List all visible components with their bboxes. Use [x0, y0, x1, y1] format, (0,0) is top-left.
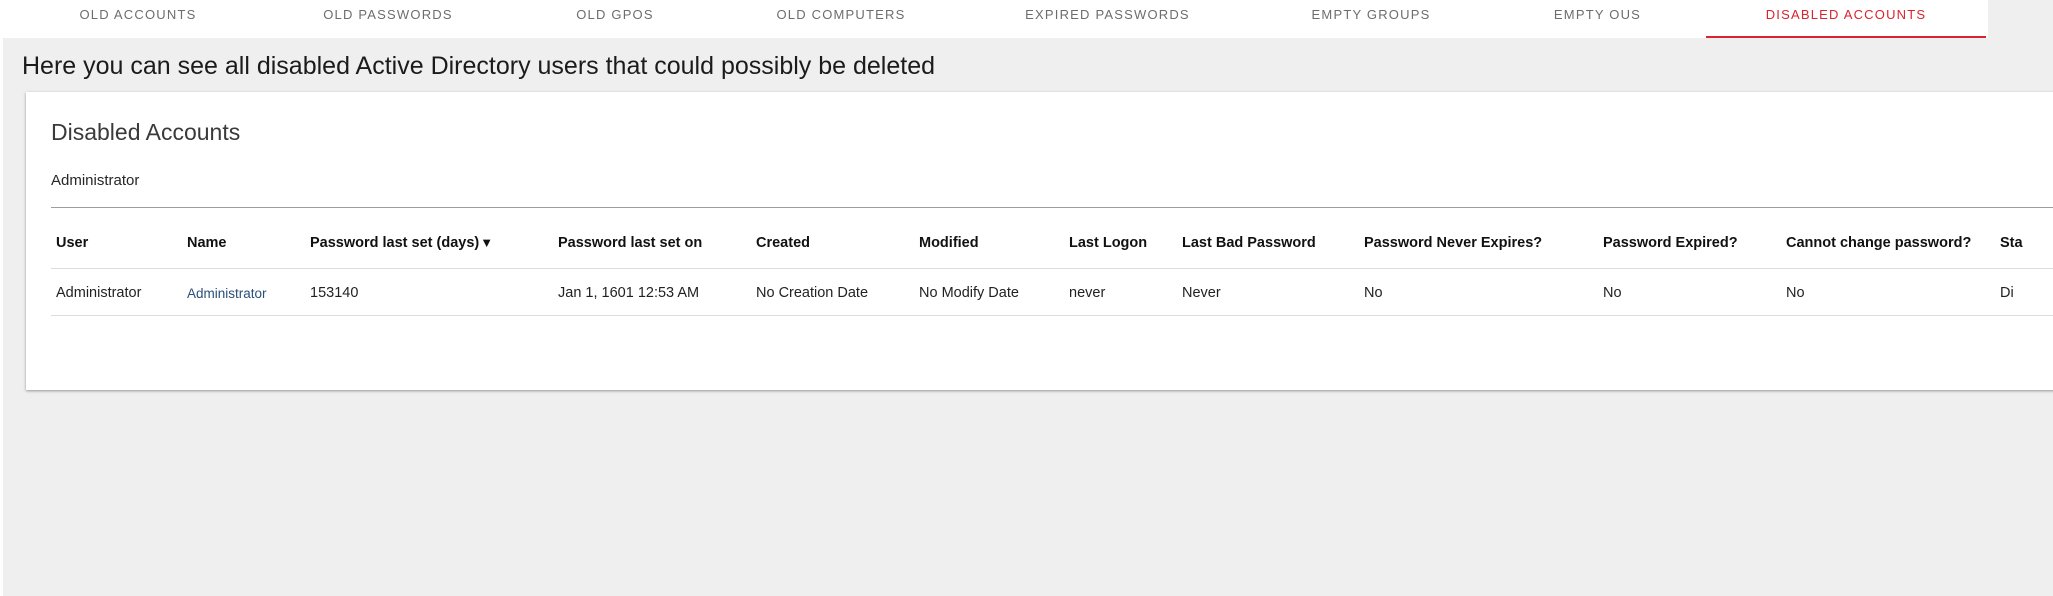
cell-user: Administrator [56, 285, 142, 301]
cell-last-logon: never [1069, 285, 1106, 301]
cell-password-last-set-on: Jan 1, 1601 12:53 AM [558, 285, 700, 301]
tab-empty-groups[interactable]: EMPTY GROUPS [1307, 0, 1435, 36]
column-header-last-logon[interactable]: Last Logon [1069, 235, 1147, 251]
cell-modified: No Modify Date [919, 285, 1019, 301]
column-header-password-expired[interactable]: Password Expired? [1603, 235, 1738, 251]
page-left-edge [0, 38, 3, 596]
cell-password-expired: No [1603, 285, 1622, 301]
cell-last-bad-password: Never [1182, 285, 1221, 301]
cell-password-last-set-days: 153140 [310, 285, 359, 301]
table-top-divider [51, 207, 2053, 208]
column-header-created[interactable]: Created [756, 235, 810, 251]
column-header-password-last-set-on[interactable]: Password last set on [558, 235, 702, 251]
cell-name-link[interactable]: Administrator [187, 286, 267, 301]
column-header-modified[interactable]: Modified [919, 235, 979, 251]
column-header-last-bad-password[interactable]: Last Bad Password [1182, 235, 1316, 251]
table-row-divider [51, 315, 2053, 316]
tab-bar: OLD ACCOUNTS OLD PASSWORDS OLD GPOS OLD … [0, 0, 2053, 38]
tab-expired-passwords[interactable]: EXPIRED PASSWORDS [1025, 0, 1190, 36]
tab-old-passwords[interactable]: OLD PASSWORDS [318, 0, 458, 36]
page-heading: Here you can see all disabled Active Dir… [22, 52, 936, 80]
cell-created: No Creation Date [756, 285, 869, 301]
disabled-accounts-card: Disabled Accounts Administrator User Nam… [26, 92, 2053, 390]
cell-cannot-change-password: No [1786, 285, 1805, 301]
tab-bar-spacer [1988, 0, 2053, 38]
tab-old-accounts[interactable]: OLD ACCOUNTS [68, 0, 208, 36]
column-header-password-never-expires[interactable]: Password Never Expires? [1364, 235, 1542, 251]
column-header-password-last-set-days[interactable]: Password last set (days)▼ [310, 235, 493, 251]
cell-status: Di [2000, 285, 2014, 301]
card-subtitle: Administrator [51, 172, 140, 189]
column-header-cannot-change-password[interactable]: Cannot change password? [1786, 235, 1971, 251]
column-header-name[interactable]: Name [187, 235, 227, 251]
tab-empty-ous[interactable]: EMPTY OUS [1550, 0, 1645, 36]
card-title: Disabled Accounts [51, 119, 241, 145]
table-header-divider [51, 268, 2053, 269]
tab-disabled-accounts[interactable]: DISABLED ACCOUNTS [1706, 0, 1986, 38]
cell-password-never-expires: No [1364, 285, 1383, 301]
tab-old-computers[interactable]: OLD COMPUTERS [776, 0, 906, 36]
column-header-label: Password last set (days) [310, 235, 480, 251]
tab-old-gpos[interactable]: OLD GPOS [570, 0, 660, 36]
sort-descending-icon: ▼ [480, 235, 494, 250]
column-header-user[interactable]: User [56, 235, 88, 251]
column-header-status[interactable]: Sta [2000, 235, 2023, 251]
